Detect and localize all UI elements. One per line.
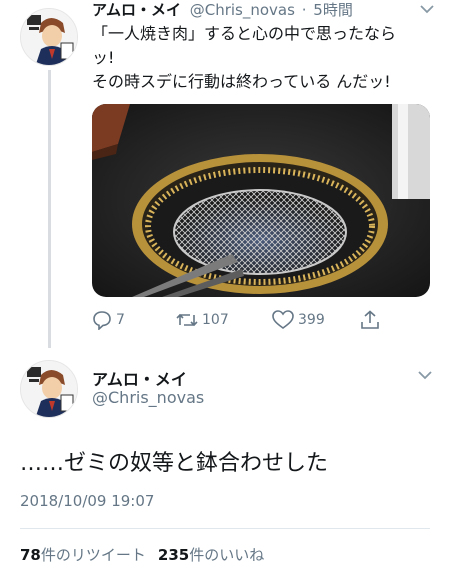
likes-label: 件のいいね — [189, 546, 265, 564]
tweet-text: 「一人焼き肉」すると心の中で思ったなら ッ! その時スデに行動は終わっている ん… — [92, 22, 432, 94]
likes-number: 235 — [157, 546, 190, 564]
timestamp[interactable]: 5時間 — [313, 1, 353, 19]
like-count: 399 — [298, 312, 325, 328]
tweet-text-line: ッ! — [92, 48, 115, 67]
display-name[interactable]: アムロ・メイ — [92, 1, 181, 19]
user-handle[interactable]: @Chris_novas — [92, 388, 204, 407]
chevron-down-icon[interactable] — [420, 4, 434, 14]
retweets-stat[interactable]: 78件のリツイート — [20, 546, 146, 564]
tweet-text-line: 「一人焼き肉」すると心の中で思ったなら — [92, 24, 397, 43]
thread-connector-line — [48, 70, 51, 348]
avatar[interactable] — [20, 8, 78, 66]
heart-icon — [272, 310, 294, 329]
retweets-number: 78 — [20, 546, 41, 564]
yakiniku-grill-photo-icon — [92, 104, 430, 297]
like-button[interactable]: 399 — [272, 308, 325, 332]
share-icon — [361, 310, 379, 329]
avatar-illustration-icon — [21, 361, 77, 417]
tweet-text: ……ゼミの奴等と鉢合わせした — [20, 451, 329, 476]
chevron-down-icon[interactable] — [418, 370, 432, 380]
tweet-text-line: その時スデに行動は終わっている んだッ! — [92, 72, 391, 91]
avatar-illustration-icon — [21, 9, 77, 65]
divider — [20, 528, 430, 529]
tweet-media-photo[interactable] — [92, 104, 430, 297]
retweet-button[interactable]: 107 — [176, 308, 229, 332]
retweet-count: 107 — [202, 312, 229, 328]
tweet-actions: 7 107 399 — [92, 308, 392, 332]
likes-stat[interactable]: 235件のいいね — [158, 546, 264, 564]
avatar[interactable] — [20, 360, 78, 418]
separator-dot: · — [301, 1, 307, 19]
display-name[interactable]: アムロ・メイ — [92, 366, 187, 390]
reply-icon — [93, 311, 111, 330]
retweets-label: 件のリツイート — [40, 546, 146, 564]
tweet-stats: 78件のリツイート 235件のいいね — [20, 544, 264, 565]
tweet-date[interactable]: 2018/10/09 19:07 — [20, 492, 154, 510]
tweet-header: アムロ・メイ @Chris_novas · 5時間 — [92, 0, 353, 20]
parent-tweet[interactable]: アムロ・メイ @Chris_novas · 5時間 「一人焼き肉」すると心の中で… — [0, 0, 450, 348]
reply-count: 7 — [116, 312, 125, 328]
share-button[interactable] — [360, 308, 384, 332]
retweet-icon — [176, 313, 198, 327]
user-handle[interactable]: @Chris_novas — [190, 1, 295, 19]
reply-button[interactable]: 7 — [92, 308, 125, 332]
